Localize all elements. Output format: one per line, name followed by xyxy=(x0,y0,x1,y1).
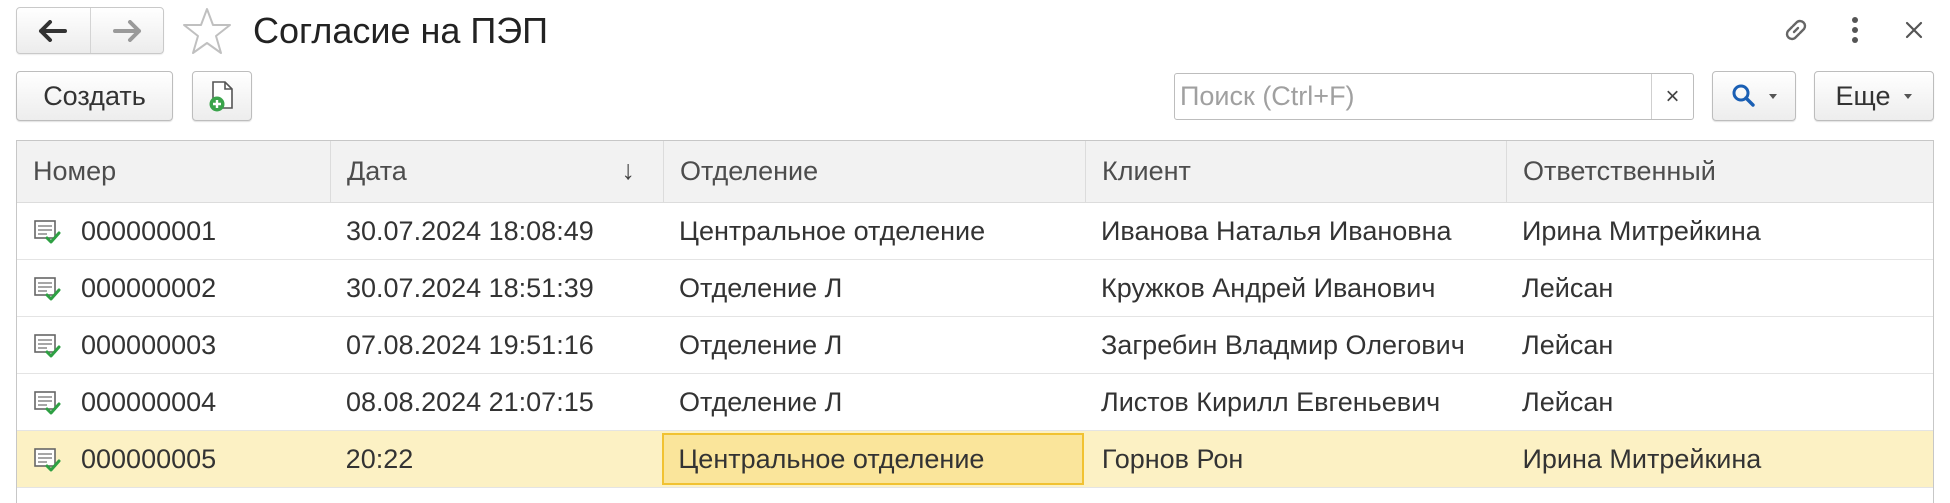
table-row[interactable]: 000000003 07.08.2024 19:51:16 Отделение … xyxy=(17,317,1933,374)
back-button[interactable] xyxy=(17,8,90,53)
cell-department: Отделение Л xyxy=(679,272,843,303)
cell-client: Листов Кирилл Евгеньевич xyxy=(1101,386,1441,417)
cell-number: 000000004 xyxy=(17,374,330,430)
cell-date: 20:22 xyxy=(345,443,414,474)
vertical-dots-icon xyxy=(1852,17,1858,43)
document-number: 000000003 xyxy=(81,329,217,360)
title-bar: Согласие на ПЭП xyxy=(0,0,1950,62)
close-button[interactable] xyxy=(1894,10,1934,50)
link-icon xyxy=(1785,19,1807,41)
table-row[interactable]: 000000004 08.08.2024 21:07:15 Отделение … xyxy=(17,374,1933,431)
column-header-department[interactable]: Отделение xyxy=(663,141,1085,202)
cell-responsible: Ирина Митрейкина xyxy=(1522,215,1761,246)
star-icon xyxy=(183,8,231,54)
page-title: Согласие на ПЭП xyxy=(253,10,549,51)
cell-responsible: Ирина Митрейкина xyxy=(1522,443,1762,474)
cell-client: Загребин Владмир Олегович xyxy=(1101,329,1465,360)
forward-button[interactable] xyxy=(89,8,164,53)
cell-number: 000000003 xyxy=(17,317,330,373)
cell-date: 08.08.2024 21:07:15 xyxy=(346,386,594,417)
posted-document-icon xyxy=(34,391,61,415)
more-actions-label: Еще xyxy=(1835,80,1891,111)
close-icon xyxy=(1905,21,1923,39)
document-number: 000000002 xyxy=(81,272,217,303)
chevron-down-icon xyxy=(1769,93,1777,99)
create-button[interactable]: Создать xyxy=(16,71,173,121)
arrow-left-icon xyxy=(39,19,68,42)
posted-document-icon xyxy=(34,448,61,472)
cell-responsible: Лейсан xyxy=(1522,386,1614,417)
cell-department: Отделение Л xyxy=(679,329,843,360)
more-options-button[interactable] xyxy=(1835,10,1875,50)
cell-department: Отделение Л xyxy=(679,386,843,417)
cell-number: 000000002 xyxy=(17,260,330,316)
cell-department: Центральное отделение xyxy=(679,215,986,246)
search-box: × xyxy=(1174,73,1694,120)
cell-date: 07.08.2024 19:51:16 xyxy=(346,329,594,360)
sort-descending-icon: ↓ xyxy=(621,155,636,185)
document-number: 000000004 xyxy=(81,386,217,417)
cell-number: 000000001 xyxy=(17,203,330,259)
posted-document-icon xyxy=(34,220,61,244)
search-icon xyxy=(1732,84,1755,107)
chevron-down-icon xyxy=(1904,93,1913,99)
search-options-button[interactable] xyxy=(1712,71,1796,121)
column-header-label: Дата xyxy=(347,156,407,186)
create-copy-button[interactable] xyxy=(192,71,252,121)
more-actions-button[interactable]: Еще xyxy=(1814,71,1934,121)
cell-client: Иванова Наталья Ивановна xyxy=(1101,215,1452,246)
table-header: Номер Дата ↓ Отделение Клиент Ответствен… xyxy=(17,141,1933,203)
link-button[interactable] xyxy=(1776,10,1816,50)
cell-responsible: Лейсан xyxy=(1522,329,1614,360)
document-number: 000000001 xyxy=(81,215,217,246)
table-row[interactable]: 000000001 30.07.2024 18:08:49 Центрально… xyxy=(17,203,1933,260)
document-add-icon xyxy=(209,81,233,112)
column-header-client[interactable]: Клиент xyxy=(1085,141,1506,202)
search-input[interactable] xyxy=(1175,74,1651,119)
search-clear-button[interactable]: × xyxy=(1651,74,1693,119)
cell-number: 000000005 xyxy=(17,431,330,487)
documents-table: Номер Дата ↓ Отделение Клиент Ответствен… xyxy=(16,140,1934,503)
cell-responsible: Лейсан xyxy=(1522,272,1614,303)
table-row-selected[interactable]: 000000005 20:22 Центральное отделение Го… xyxy=(17,431,1933,488)
column-header-date[interactable]: Дата ↓ xyxy=(330,141,663,202)
cell-client: Горнов Рон xyxy=(1101,443,1244,474)
cell-department-focused[interactable]: Центральное отделение xyxy=(662,433,1084,485)
cell-client: Кружков Андрей Иванович xyxy=(1101,272,1436,303)
document-number: 000000005 xyxy=(81,443,217,474)
table-row[interactable]: 000000002 30.07.2024 18:51:39 Отделение … xyxy=(17,260,1933,317)
navigation-buttons xyxy=(16,7,164,54)
command-bar: Создать × Еще xyxy=(0,68,1950,124)
cell-date: 30.07.2024 18:51:39 xyxy=(346,272,594,303)
posted-document-icon xyxy=(34,277,61,301)
cell-date: 30.07.2024 18:08:49 xyxy=(346,215,594,246)
posted-document-icon xyxy=(34,334,61,358)
column-header-responsible[interactable]: Ответственный xyxy=(1506,141,1933,202)
arrow-right-icon xyxy=(112,19,141,42)
column-header-number[interactable]: Номер xyxy=(17,141,330,202)
favorite-button[interactable] xyxy=(182,6,232,56)
